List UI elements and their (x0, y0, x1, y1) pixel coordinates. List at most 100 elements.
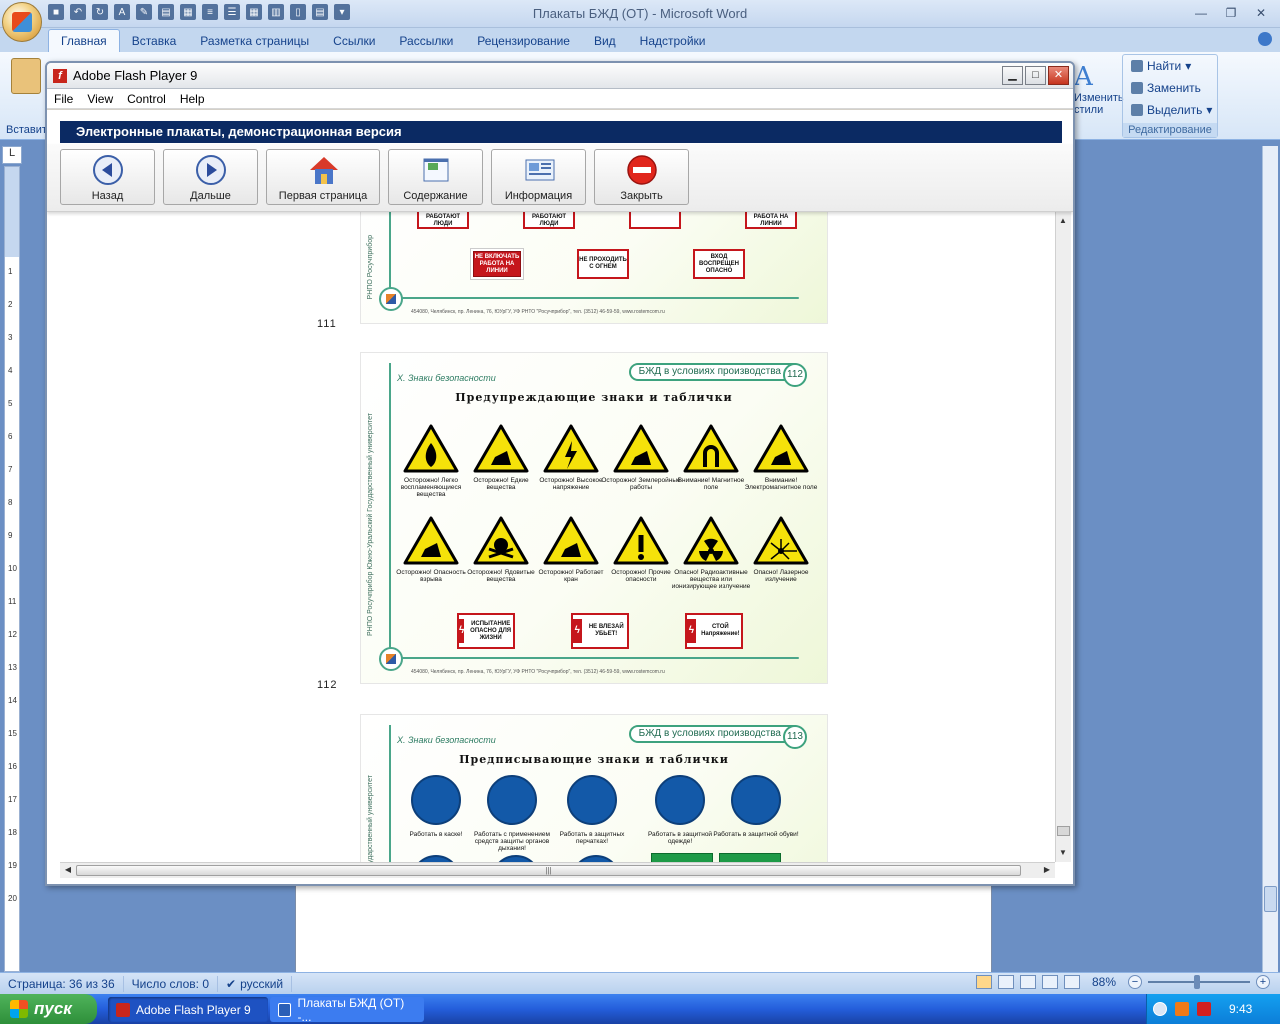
menu-view[interactable]: View (87, 92, 113, 106)
mandatory-sign-boots: Работать в защитной обуви! (711, 775, 801, 838)
scroll-right-icon[interactable]: ▶ (1040, 863, 1054, 877)
draft-view-button[interactable] (1063, 975, 1080, 989)
flash-vertical-scrollbar[interactable]: ▲ ▼ (1055, 212, 1071, 862)
language-indicator[interactable]: ✔ русский (218, 975, 293, 992)
close-icon[interactable]: ✕ (1248, 4, 1274, 22)
forward-button[interactable]: Дальше (163, 149, 258, 205)
flash-window-title: Adobe Flash Player 9 (73, 68, 198, 83)
warning-sign-caption: Осторожно! Землеройные работы (601, 477, 681, 491)
minimize-icon[interactable]: — (1188, 4, 1214, 22)
ruler-number: 4 (8, 366, 13, 375)
contents-label: Содержание (403, 190, 468, 202)
tab-insert[interactable]: Вставка (120, 30, 189, 52)
tab-addins[interactable]: Надстройки (628, 30, 718, 52)
close-poster-button[interactable]: Закрыть (594, 149, 689, 205)
boots-icon (731, 775, 781, 825)
plate-112-1-text: ИСПЫТАНИЕ ОПАСНО ДЛЯ ЖИЗНИ (470, 620, 512, 641)
tab-references[interactable]: Ссылки (321, 30, 387, 52)
gloves-icon (567, 775, 617, 825)
zoom-in-button[interactable]: + (1256, 975, 1270, 989)
zoom-slider-thumb[interactable] (1194, 975, 1200, 989)
office-button[interactable] (2, 2, 42, 42)
page-number-111: 111 (317, 318, 337, 330)
taskbar-flash-button[interactable]: Adobe Flash Player 9 (108, 997, 268, 1022)
document-page[interactable] (295, 880, 992, 974)
lightning-icon: ϟ (687, 619, 696, 643)
poster-bottom-line (393, 657, 799, 659)
warning-sign-caption: Осторожно! Работает кран (538, 569, 604, 583)
warning-sign-caption: Внимание! Магнитное поле (677, 477, 745, 491)
flash-hscroll-thumb[interactable]: ||| (76, 865, 1021, 876)
scroll-left-icon[interactable]: ◀ (61, 863, 75, 877)
flash-close-icon[interactable]: ✕ (1048, 66, 1069, 85)
word-app-icon (278, 1002, 292, 1017)
scroll-up-icon[interactable]: ▲ (1056, 214, 1070, 228)
poster-tag: БЖД в условиях производства (628, 725, 803, 743)
reading-view-button[interactable] (997, 975, 1014, 989)
warning-sign: Осторожно! Ядовитые вещества (461, 515, 541, 583)
antivirus-icon[interactable] (1197, 1002, 1211, 1016)
word-count[interactable]: Число слов: 0 (124, 975, 218, 992)
tab-home[interactable]: Главная (48, 29, 120, 52)
poster-footer: 454080, Челябинск, пр. Ленина, 76, ЮУрГУ… (411, 669, 665, 675)
replace-button[interactable]: Заменить (1131, 81, 1201, 95)
find-button[interactable]: Найти ▾ (1131, 59, 1191, 73)
paste-button[interactable]: Вставить (6, 58, 53, 136)
clipboard-icon (11, 58, 41, 94)
scroll-down-icon[interactable]: ▼ (1056, 846, 1070, 860)
mandatory-sign-caption: Работать в защитной обуви! (713, 831, 799, 838)
menu-help[interactable]: Help (180, 92, 205, 106)
media-player-icon[interactable] (1175, 1002, 1189, 1016)
help-icon[interactable] (1258, 32, 1272, 46)
publisher-logo-icon (379, 647, 403, 671)
word-vertical-scrollbar[interactable] (1262, 146, 1278, 972)
flash-horizontal-scrollbar[interactable]: ◀ ||| ▶ (60, 862, 1055, 878)
zoom-out-button[interactable]: − (1128, 975, 1142, 989)
office-logo-icon (12, 12, 32, 32)
first-page-button[interactable]: Первая страница (266, 149, 380, 205)
info-label: Информация (504, 190, 573, 202)
back-button[interactable]: Назад (60, 149, 155, 205)
outline-view-button[interactable] (1041, 975, 1058, 989)
respirator-icon (487, 775, 537, 825)
start-button[interactable]: пуск (0, 994, 97, 1024)
plate-112-3-text: СТОЙ Напряжение! (701, 624, 740, 637)
tab-view[interactable]: Вид (582, 30, 628, 52)
poster-scroll-area[interactable]: РНПО Росучприбор НЕ ВКЛЮЧАТЬ РАБОТАЮТ ЛЮ… (47, 212, 1055, 862)
word-window-title: Плакаты БЖД (ОТ) - Microsoft Word (532, 6, 748, 21)
contents-icon (420, 154, 452, 186)
zoom-slider[interactable] (1148, 975, 1250, 989)
menu-control[interactable]: Control (127, 92, 166, 106)
select-arrow-icon (1131, 104, 1143, 116)
warning-sign-caption: Опасно! Радиоактивные вещества или иониз… (671, 569, 751, 590)
tab-page-layout[interactable]: Разметка страницы (188, 30, 321, 52)
select-button[interactable]: Выделить ▾ (1131, 103, 1212, 117)
tab-mailings[interactable]: Рассылки (387, 30, 465, 52)
plate-111-3 (629, 212, 681, 229)
vertical-ruler[interactable]: 1 2 3 4 5 6 7 8 9 10 11 12 13 14 15 16 17 18 19 20 (4, 166, 20, 972)
flash-titlebar[interactable]: f Adobe Flash Player 9 ▁ □ ✕ (47, 63, 1073, 89)
menu-file[interactable]: File (54, 92, 73, 106)
change-styles-button[interactable]: A Изменить стили (1074, 62, 1124, 132)
taskbar-word-button[interactable]: Плакаты БЖД (ОТ) -... (270, 996, 424, 1024)
clock[interactable]: 9:43 (1229, 1002, 1252, 1016)
plate-111-5: НЕ ВКЛЮЧАТЬ РАБОТА НА ЛИНИИ (473, 251, 521, 277)
flash-minimize-icon[interactable]: ▁ (1002, 66, 1023, 85)
flash-maximize-icon[interactable]: □ (1025, 66, 1046, 85)
print-layout-view-button[interactable] (975, 975, 992, 989)
ruler-number: 2 (8, 300, 13, 309)
restore-icon[interactable]: ❐ (1218, 4, 1244, 22)
flash-vscroll-thumb[interactable] (1057, 826, 1070, 836)
tab-review[interactable]: Рецензирование (465, 30, 582, 52)
web-view-button[interactable] (1019, 975, 1036, 989)
windows-logo-icon (10, 1000, 28, 1018)
info-button[interactable]: Информация (491, 149, 586, 205)
tray-expand-icon[interactable] (1153, 1002, 1167, 1016)
select-label: Выделить (1147, 103, 1203, 117)
poster-bottom-line (393, 297, 799, 299)
contents-button[interactable]: Содержание (388, 149, 483, 205)
zoom-level[interactable]: 88% (1092, 975, 1116, 989)
page-count[interactable]: Страница: 36 из 36 (0, 975, 124, 992)
scroll-thumb[interactable] (1264, 886, 1277, 912)
tab-selector[interactable]: L (2, 146, 22, 164)
